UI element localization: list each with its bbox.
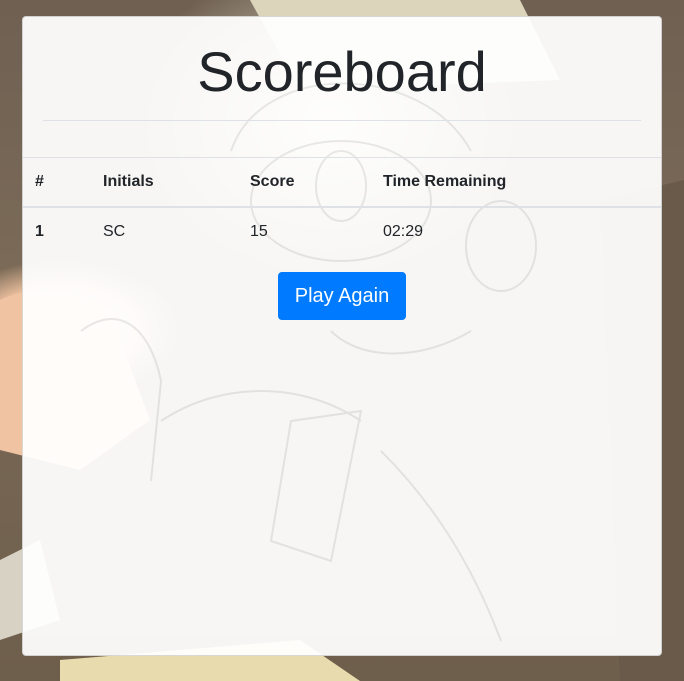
column-header-rank: # xyxy=(35,173,44,190)
cell-time-remaining: 02:29 xyxy=(383,223,424,240)
column-header-initials: Initials xyxy=(103,173,154,190)
title-divider xyxy=(43,120,641,121)
faded-character-art xyxy=(80,82,537,642)
table-row: 1 SC 15 02:29 xyxy=(23,207,661,256)
table-body: 1 SC 15 02:29 xyxy=(23,207,661,256)
cell-rank: 1 xyxy=(35,223,44,240)
table-header: # Initials Score Time Remaining xyxy=(23,157,661,207)
cell-score: 15 xyxy=(250,223,268,240)
scoreboard-card: Scoreboard # Initials Score Time Remaini… xyxy=(22,16,662,656)
column-header-score: Score xyxy=(250,173,295,190)
cell-initials: SC xyxy=(103,223,126,240)
column-header-time-remaining: Time Remaining xyxy=(383,173,507,190)
play-again-button[interactable]: Play Again xyxy=(278,272,406,320)
scoreboard-table: # Initials Score Time Remaining 1 SC 15 … xyxy=(23,157,661,256)
table-header-row: # Initials Score Time Remaining xyxy=(23,157,661,207)
page-title: Scoreboard xyxy=(197,40,487,103)
